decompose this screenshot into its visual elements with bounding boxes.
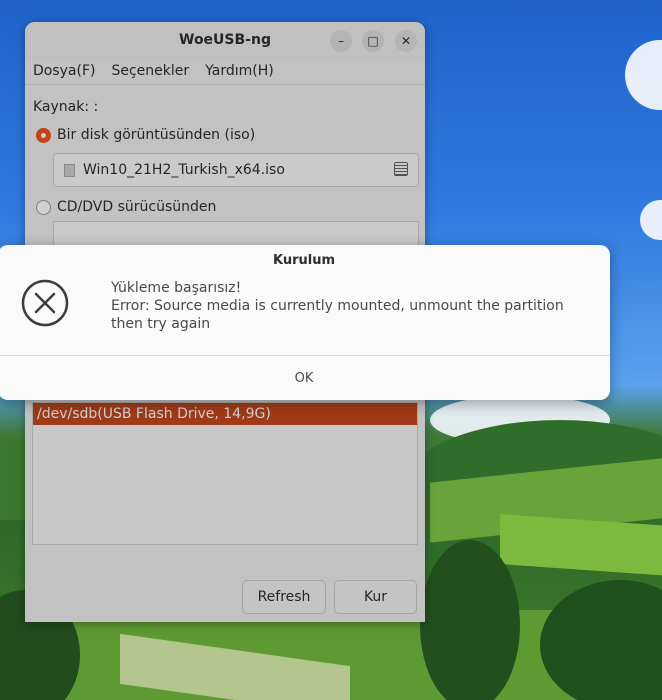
ok-button[interactable]: OK	[0, 356, 610, 400]
dialog-message-title: Yükleme başarısız!	[111, 280, 242, 296]
error-x-icon	[21, 279, 69, 327]
dialog-message-detail: Error: Source media is currently mounted…	[111, 298, 564, 332]
error-dialog: Kurulum Yükleme başarısız! Error: Source…	[0, 245, 610, 400]
dialog-title: Kurulum	[272, 253, 336, 268]
